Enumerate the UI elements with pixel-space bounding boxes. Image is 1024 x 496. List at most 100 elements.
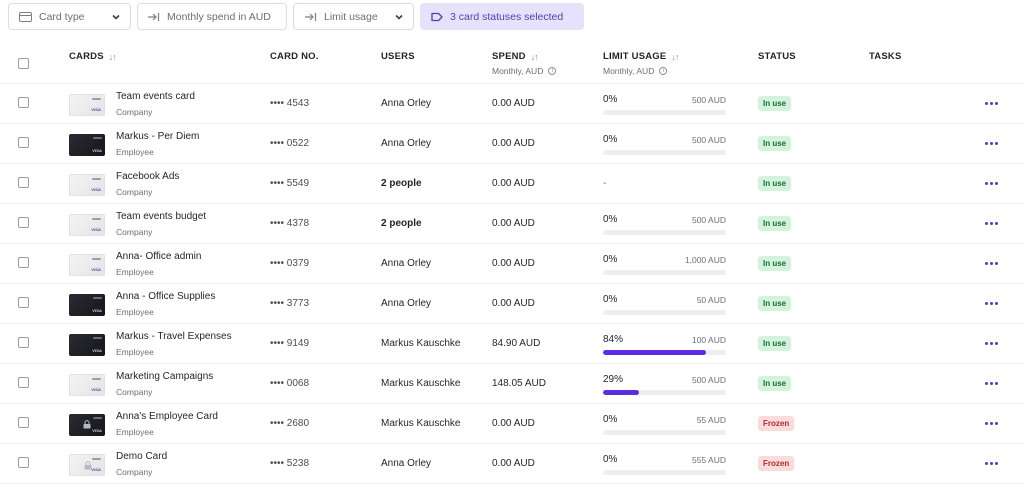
card-icon: [18, 10, 32, 24]
limit-usage-subheader: Monthly, AUD i: [603, 66, 668, 76]
limit-amount: 500 AUD: [691, 95, 726, 105]
card-name[interactable]: Marketing Campaigns: [116, 371, 213, 382]
table-row[interactable]: VISA Team events budget Company •••• 4378 2 …: [0, 204, 1024, 244]
card-users: Anna Orley: [381, 458, 432, 469]
table-row[interactable]: VISA Marketing Campaigns Company •••• 0068 M…: [0, 364, 1024, 404]
card-brand-mark: [92, 178, 101, 180]
card-name[interactable]: Markus - Per Diem: [116, 131, 199, 142]
card-number: •••• 3773: [270, 298, 310, 309]
more-options-icon[interactable]: [982, 96, 1000, 110]
row-checkbox[interactable]: [18, 457, 29, 468]
column-header-cards[interactable]: CARDS ↓↑: [69, 51, 117, 62]
visa-logo: VISA: [92, 428, 102, 433]
card-name[interactable]: Team events budget: [116, 211, 206, 222]
card-thumbnail: VISA: [69, 214, 105, 236]
card-users: Markus Kauschke: [381, 418, 461, 429]
card-users[interactable]: 2 people: [381, 178, 422, 189]
table-row[interactable]: VISA Demo Card Company •••• 5238 Anna Orley 0…: [0, 444, 1024, 484]
card-brand-mark: [92, 98, 101, 100]
monthly-spend: 84.90 AUD: [492, 338, 541, 349]
limit-usage-bar: [603, 430, 726, 435]
visa-logo: VISA: [91, 227, 101, 232]
table-row[interactable]: VISA Markus - Travel Expenses Employee ••••…: [0, 324, 1024, 364]
select-all-checkbox[interactable]: [18, 58, 29, 69]
status-badge: In use: [758, 136, 792, 151]
card-type: Company: [116, 387, 153, 397]
monthly-spend-filter[interactable]: Monthly spend in AUD: [137, 3, 287, 30]
table-row[interactable]: VISA Markus - Per Diem Employee •••• 0522 An…: [0, 124, 1024, 164]
row-checkbox[interactable]: [18, 137, 29, 148]
more-options-icon[interactable]: [982, 456, 1000, 470]
card-name[interactable]: Anna - Office Supplies: [116, 291, 215, 302]
table-row[interactable]: VISA Team events card Company •••• 4543 Anna…: [0, 84, 1024, 124]
card-brand-mark: [93, 417, 102, 419]
table-row[interactable]: VISA Anna's Employee Card Employee •••• 268…: [0, 404, 1024, 444]
status-badge: Frozen: [758, 416, 795, 431]
more-options-icon[interactable]: [982, 216, 1000, 230]
card-name[interactable]: Demo Card: [116, 451, 167, 462]
limit-amount: 500 AUD: [691, 375, 726, 385]
cards-table-body: VISA Team events card Company •••• 4543 Anna…: [0, 84, 1024, 484]
status-badge: In use: [758, 376, 792, 391]
more-options-icon[interactable]: [982, 416, 1000, 430]
card-status-filter[interactable]: 3 card statuses selected: [420, 3, 584, 30]
more-options-icon[interactable]: [982, 296, 1000, 310]
column-header-status: STATUS: [758, 51, 796, 62]
sort-icon[interactable]: ↓↑: [671, 52, 679, 62]
card-thumbnail: VISA: [69, 334, 105, 356]
visa-logo: VISA: [91, 467, 101, 472]
card-type-filter[interactable]: Card type: [8, 3, 131, 30]
column-header-limit-usage[interactable]: LIMIT USAGE ↓↑: [603, 51, 679, 62]
more-options-icon[interactable]: [982, 176, 1000, 190]
card-number: •••• 4378: [270, 218, 310, 229]
limit-usage-bar: [603, 110, 726, 115]
card-users: Anna Orley: [381, 258, 432, 269]
monthly-spend: 0.00 AUD: [492, 178, 535, 189]
limit-usage-bar-fill: [603, 350, 707, 355]
row-checkbox[interactable]: [18, 97, 29, 108]
row-checkbox[interactable]: [18, 377, 29, 388]
row-checkbox[interactable]: [18, 217, 29, 228]
info-icon[interactable]: i: [659, 67, 668, 75]
column-header-spend-label: SPEND: [492, 51, 526, 62]
sort-icon[interactable]: ↓↑: [109, 52, 117, 62]
row-checkbox[interactable]: [18, 257, 29, 268]
limit-amount: 100 AUD: [691, 335, 726, 345]
limit-usage-percent: 29%: [603, 374, 624, 385]
card-users: Anna Orley: [381, 98, 432, 109]
card-users: Anna Orley: [381, 138, 432, 149]
card-name[interactable]: Markus - Travel Expenses: [116, 331, 232, 342]
more-options-icon[interactable]: [982, 336, 1000, 350]
status-badge: In use: [758, 256, 792, 271]
card-users[interactable]: 2 people: [381, 218, 422, 229]
card-name[interactable]: Anna- Office admin: [116, 251, 201, 262]
card-number: •••• 2680: [270, 418, 310, 429]
limit-usage-filter[interactable]: Limit usage: [293, 3, 414, 30]
info-icon[interactable]: i: [548, 67, 557, 75]
visa-logo: VISA: [92, 348, 102, 353]
more-options-icon[interactable]: [982, 136, 1000, 150]
card-thumbnail: VISA: [69, 254, 105, 276]
row-checkbox[interactable]: [18, 417, 29, 428]
row-checkbox[interactable]: [18, 297, 29, 308]
row-checkbox[interactable]: [18, 337, 29, 348]
column-header-spend[interactable]: SPEND ↓↑: [492, 51, 539, 62]
table-row[interactable]: VISA Facebook Ads Company •••• 5549 2 people…: [0, 164, 1024, 204]
card-name[interactable]: Facebook Ads: [116, 171, 179, 182]
card-name[interactable]: Team events card: [116, 91, 195, 102]
row-checkbox[interactable]: [18, 177, 29, 188]
table-row[interactable]: VISA Anna- Office admin Employee •••• 0379 A…: [0, 244, 1024, 284]
limit-usage-subheader-label: Monthly, AUD: [603, 66, 655, 76]
card-type: Employee: [116, 307, 154, 317]
table-row[interactable]: VISA Anna - Office Supplies Employee •••• 3…: [0, 284, 1024, 324]
more-options-icon[interactable]: [982, 376, 1000, 390]
table-header: CARDS ↓↑ CARD NO. USERS SPEND ↓↑ Monthly…: [0, 36, 1024, 84]
column-header-limit-usage-label: LIMIT USAGE: [603, 51, 667, 62]
more-options-icon[interactable]: [982, 256, 1000, 270]
card-thumbnail: VISA: [69, 174, 105, 196]
card-name[interactable]: Anna's Employee Card: [116, 411, 218, 422]
sort-icon[interactable]: ↓↑: [531, 52, 539, 62]
limit-amount: 500 AUD: [691, 135, 726, 145]
card-thumbnail: VISA: [69, 294, 105, 316]
limit-usage-empty: -: [603, 178, 607, 189]
